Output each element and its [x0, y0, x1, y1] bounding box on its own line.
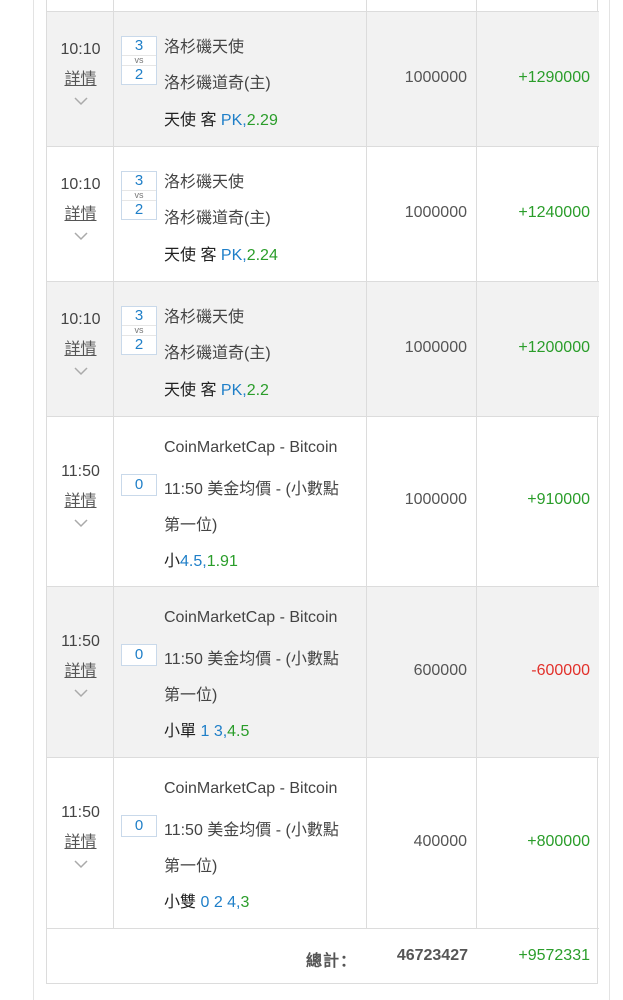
- bet-pick: 小4.5,1.91: [164, 553, 238, 570]
- table-row: 10:10 詳情 3 vs 2 洛杉磯天使 洛杉磯道奇(主) 天使 客 PK,2…: [47, 282, 599, 417]
- match-time: 11:50: [61, 633, 100, 650]
- table-row: 11:50 詳情 0 CoinMarketCap - Bitcoin 11:50…: [47, 417, 599, 587]
- score-box: 3 vs 2: [121, 171, 157, 220]
- score-box: 3 vs 2: [121, 36, 157, 85]
- event-desc: 11:50 美金均價 - (小數點: [164, 651, 339, 668]
- match-time: 10:10: [60, 176, 101, 193]
- home-team: 洛杉磯道奇(主): [164, 75, 271, 92]
- bet-pick: 天使 客 PK,2.29: [164, 112, 278, 129]
- score-box: 3 vs 2: [121, 306, 157, 355]
- bet-pick: 小單 1 3,4.5: [164, 723, 250, 740]
- bet-amount: 1000000: [404, 491, 467, 508]
- event-desc: 11:50 美金均價 - (小數點: [164, 822, 339, 839]
- table-row: 10:10 詳情 3 vs 2 洛杉磯天使 洛杉磯道奇(主) 天使 客 PK,2…: [47, 12, 599, 147]
- total-win-amount: +9572331: [518, 947, 590, 964]
- bet-history-table: 10:10 詳情 3 vs 2 洛杉磯天使 洛杉磯道奇(主) 天使 客 PK,2…: [46, 0, 599, 984]
- event-name: CoinMarketCap - Bitcoin: [164, 609, 338, 626]
- details-link[interactable]: 詳情: [47, 833, 114, 853]
- event-desc-cont: 第一位): [164, 858, 218, 875]
- match-time: 10:10: [60, 41, 101, 58]
- score-box: 0: [121, 644, 157, 666]
- bet-pick: 小雙 0 2 4,3: [164, 894, 250, 911]
- table-row: 10:10 詳情 3 vs 2 洛杉磯天使 洛杉磯道奇(主) 天使 客 PK,2…: [47, 147, 599, 282]
- away-team: 洛杉磯天使: [164, 39, 245, 56]
- win-amount: +910000: [527, 491, 590, 508]
- match-time: 11:50: [61, 804, 100, 821]
- event-name: CoinMarketCap - Bitcoin: [164, 439, 338, 456]
- table-row: 11:50 詳情 0 CoinMarketCap - Bitcoin 11:50…: [47, 587, 599, 758]
- away-team: 洛杉磯天使: [164, 309, 245, 326]
- details-link[interactable]: 詳情: [47, 70, 114, 90]
- bet-pick: 天使 客 PK,2.24: [164, 247, 278, 264]
- chevron-down-icon[interactable]: [73, 366, 88, 376]
- bet-amount: 1000000: [404, 69, 467, 86]
- bet-amount: 600000: [413, 662, 467, 679]
- total-bet-amount: 46723427: [396, 947, 468, 964]
- match-time: 11:50: [61, 463, 100, 480]
- totals-row: 總計： 46723427 +9572331: [47, 929, 599, 984]
- table-row: 11:50 詳情 0 CoinMarketCap - Bitcoin 11:50…: [47, 758, 599, 929]
- bet-amount: 400000: [413, 833, 467, 850]
- event-name: CoinMarketCap - Bitcoin: [164, 780, 338, 797]
- score-box: 0: [121, 474, 157, 496]
- chevron-down-icon[interactable]: [73, 231, 88, 241]
- home-team: 洛杉磯道奇(主): [164, 345, 271, 362]
- win-amount: +800000: [527, 833, 590, 850]
- win-amount: +1200000: [518, 339, 590, 356]
- event-desc: 11:50 美金均價 - (小數點: [164, 481, 339, 498]
- chevron-down-icon[interactable]: [73, 96, 88, 106]
- bet-amount: 1000000: [404, 339, 467, 356]
- details-link[interactable]: 詳情: [47, 662, 114, 682]
- win-amount: +1290000: [518, 69, 590, 86]
- away-team: 洛杉磯天使: [164, 174, 245, 191]
- match-time: 10:10: [60, 311, 101, 328]
- win-amount: +1240000: [518, 204, 590, 221]
- details-link[interactable]: 詳情: [47, 340, 114, 360]
- win-amount: -600000: [531, 662, 590, 679]
- table-header-remnant: [47, 0, 599, 12]
- chevron-down-icon[interactable]: [73, 859, 88, 869]
- home-team: 洛杉磯道奇(主): [164, 210, 271, 227]
- chevron-down-icon[interactable]: [73, 688, 88, 698]
- score-box: 0: [121, 815, 157, 837]
- details-link[interactable]: 詳情: [47, 492, 114, 512]
- event-desc-cont: 第一位): [164, 687, 218, 704]
- event-desc-cont: 第一位): [164, 517, 218, 534]
- bet-pick: 天使 客 PK,2.2: [164, 382, 269, 399]
- details-link[interactable]: 詳情: [47, 205, 114, 225]
- totals-label: 總計：: [306, 953, 358, 970]
- chevron-down-icon[interactable]: [73, 518, 88, 528]
- bet-amount: 1000000: [404, 204, 467, 221]
